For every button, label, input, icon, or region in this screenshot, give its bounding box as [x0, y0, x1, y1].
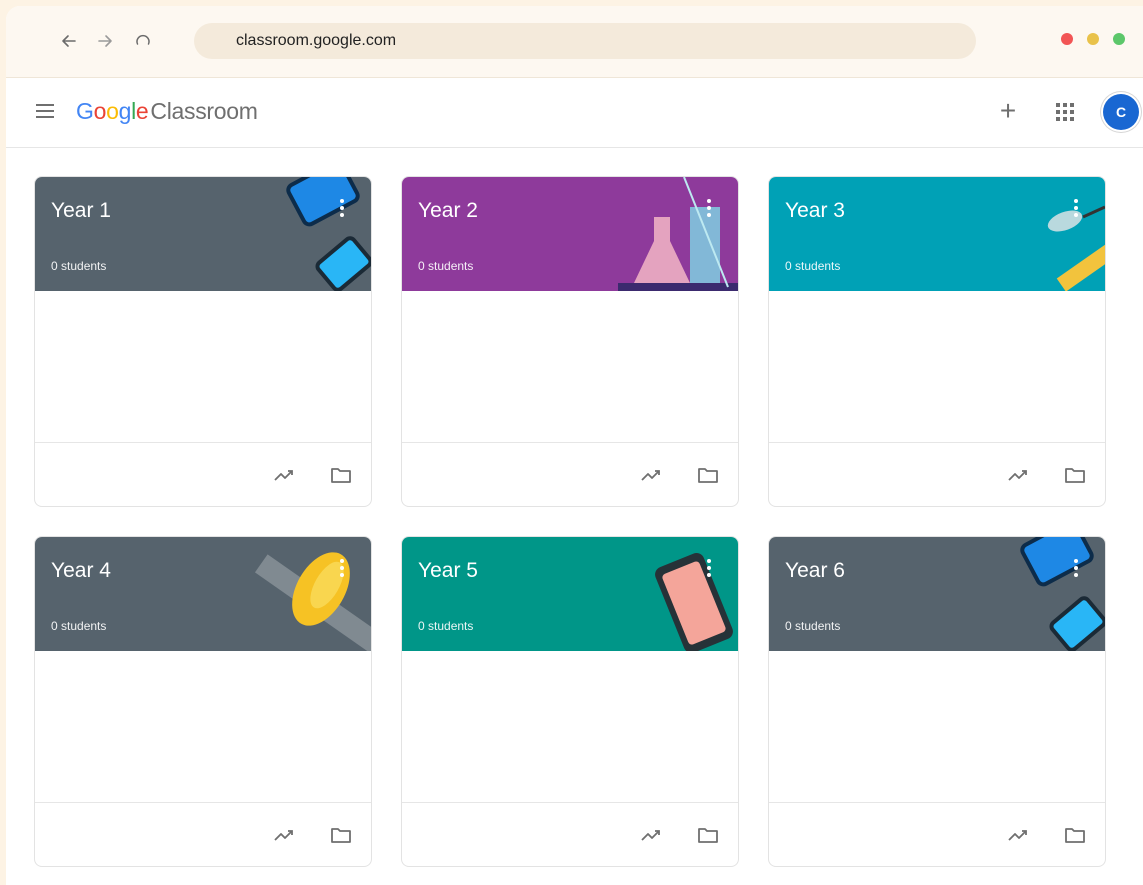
- more-vert-icon[interactable]: [339, 199, 345, 219]
- class-student-count: 0 students: [785, 619, 841, 633]
- class-student-count: 0 students: [785, 259, 841, 273]
- class-student-count: 0 students: [418, 259, 474, 273]
- trending-up-icon[interactable]: [640, 465, 662, 485]
- class-theme-illustration: [251, 177, 371, 291]
- address-bar[interactable]: classroom.google.com: [194, 23, 976, 59]
- class-theme-illustration: [618, 537, 738, 651]
- class-student-count: 0 students: [418, 619, 474, 633]
- product-name: Classroom: [150, 98, 258, 124]
- window-dot-red[interactable]: [1061, 33, 1073, 45]
- folder-icon[interactable]: [330, 465, 352, 485]
- folder-icon[interactable]: [330, 825, 352, 845]
- google-classroom-logo[interactable]: GoogleClassroom: [76, 98, 258, 125]
- class-theme-illustration: [985, 177, 1105, 291]
- class-card[interactable]: Year 5 0 students: [401, 536, 739, 867]
- class-card-header[interactable]: Year 3 0 students: [769, 177, 1105, 291]
- class-card-header[interactable]: Year 4 0 students: [35, 537, 371, 651]
- more-vert-icon[interactable]: [706, 559, 712, 579]
- class-card-header[interactable]: Year 5 0 students: [402, 537, 738, 651]
- folder-icon[interactable]: [697, 825, 719, 845]
- class-student-count: 0 students: [51, 619, 107, 633]
- more-vert-icon[interactable]: [706, 199, 712, 219]
- browser-toolbar: classroom.google.com: [6, 6, 1143, 78]
- class-card[interactable]: Year 4 0 students: [34, 536, 372, 867]
- trending-up-icon[interactable]: [640, 825, 662, 845]
- class-title[interactable]: Year 3: [785, 199, 845, 223]
- avatar[interactable]: C: [1103, 94, 1139, 130]
- hamburger-icon[interactable]: [36, 104, 54, 118]
- class-student-count: 0 students: [51, 259, 107, 273]
- url-text: classroom.google.com: [236, 32, 397, 49]
- arrow-right-icon[interactable]: [92, 28, 118, 54]
- class-card[interactable]: Year 2 0 students: [401, 176, 739, 507]
- arrow-left-icon[interactable]: [56, 28, 82, 54]
- more-vert-icon[interactable]: [339, 559, 345, 579]
- class-title[interactable]: Year 5: [418, 559, 478, 583]
- class-title[interactable]: Year 6: [785, 559, 845, 583]
- class-theme-illustration: [251, 537, 371, 651]
- class-theme-illustration: [618, 177, 738, 291]
- window-dot-green[interactable]: [1113, 33, 1125, 45]
- class-card-actions: [769, 802, 1105, 866]
- classroom-header: GoogleClassroom + C: [6, 78, 1143, 148]
- class-title[interactable]: Year 1: [51, 199, 111, 223]
- class-card-actions: [769, 442, 1105, 506]
- folder-icon[interactable]: [697, 465, 719, 485]
- class-card[interactable]: Year 6 0 students: [768, 536, 1106, 867]
- class-card[interactable]: Year 3 0 students: [768, 176, 1106, 507]
- class-title[interactable]: Year 2: [418, 199, 478, 223]
- class-title[interactable]: Year 4: [51, 559, 111, 583]
- class-card-actions: [402, 442, 738, 506]
- trending-up-icon[interactable]: [1007, 825, 1029, 845]
- class-card-actions: [402, 802, 738, 866]
- reload-icon[interactable]: [130, 28, 156, 54]
- trending-up-icon[interactable]: [1007, 465, 1029, 485]
- more-vert-icon[interactable]: [1073, 559, 1079, 579]
- browser-window: classroom.google.com GoogleClassroom + C…: [6, 6, 1143, 885]
- folder-icon[interactable]: [1064, 825, 1086, 845]
- plus-icon[interactable]: +: [994, 97, 1022, 126]
- class-card-header[interactable]: Year 2 0 students: [402, 177, 738, 291]
- more-vert-icon[interactable]: [1073, 199, 1079, 219]
- class-theme-illustration: [985, 537, 1105, 651]
- class-card-header[interactable]: Year 6 0 students: [769, 537, 1105, 651]
- window-dot-yellow[interactable]: [1087, 33, 1099, 45]
- google-wordmark: Google: [76, 98, 149, 124]
- class-card[interactable]: Year 1 0 students: [34, 176, 372, 507]
- trending-up-icon[interactable]: [273, 465, 295, 485]
- trending-up-icon[interactable]: [273, 825, 295, 845]
- class-card-actions: [35, 802, 371, 866]
- class-card-header[interactable]: Year 1 0 students: [35, 177, 371, 291]
- class-card-actions: [35, 442, 371, 506]
- apps-grid-icon[interactable]: [1056, 103, 1074, 121]
- folder-icon[interactable]: [1064, 465, 1086, 485]
